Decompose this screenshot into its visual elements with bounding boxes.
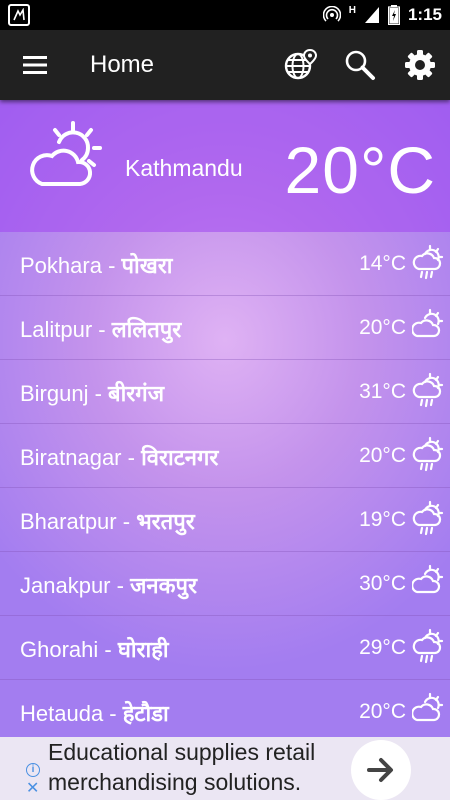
city-name-en: Hetauda [20, 701, 104, 726]
city-name-separator: - [101, 253, 122, 278]
city-name-ne: विराटनगर [141, 446, 219, 471]
gear-icon[interactable] [403, 48, 437, 82]
city-name-separator: - [121, 445, 142, 470]
city-list: Pokhara - पोखरा 14°C Lalitpur - ललितपुर 20°… [0, 232, 450, 737]
hotspot-icon [322, 6, 341, 22]
ad-text[interactable]: Educational supplies retail merchandisin… [48, 737, 348, 797]
city-row[interactable]: Bharatpur - भरतपुर 19°C [0, 488, 450, 552]
city-name: Pokhara - पोखरा [20, 250, 172, 280]
city-name: Bharatpur - भरतपुर [20, 506, 195, 536]
partly-cloudy-icon [411, 308, 444, 345]
partly-cloudy-icon [30, 121, 102, 186]
partly-cloudy-icon [411, 692, 444, 729]
app-notification-icon [8, 4, 30, 26]
city-name-en: Pokhara [20, 253, 102, 278]
city-name-separator: - [98, 637, 118, 662]
search-icon[interactable] [343, 48, 377, 82]
city-row[interactable]: Janakpur - जनकपुर 30°C [0, 552, 450, 616]
city-name-en: Bharatpur [20, 509, 117, 534]
city-temperature: 19°C [359, 508, 406, 531]
app-toolbar: Home [0, 30, 450, 100]
globe-pin-icon[interactable] [283, 48, 318, 82]
ad-open-button[interactable] [351, 740, 411, 800]
city-row[interactable]: Birgunj - बीरगंज 31°C [0, 360, 450, 424]
rain-icon [412, 244, 444, 285]
city-name-separator: - [110, 573, 131, 598]
ad-close-icon[interactable]: ✕ [26, 781, 39, 797]
city-row[interactable]: Pokhara - पोखरा 14°C [0, 232, 450, 296]
network-type-label: H [348, 4, 356, 16]
city-temperature: 14°C [359, 252, 406, 275]
current-weather-card[interactable]: Kathmandu 20°C [0, 100, 450, 232]
city-name-ne: ललितपुर [111, 318, 182, 343]
city-name-en: Biratnagar [20, 445, 122, 470]
city-name-en: Lalitpur [20, 317, 93, 342]
ad-info-icon[interactable]: i [26, 763, 40, 777]
status-bar: H 1:15 [0, 0, 450, 30]
menu-icon[interactable] [20, 52, 50, 78]
signal-icon [364, 7, 379, 23]
current-temperature: 20°C [284, 133, 436, 207]
city-name-ne: घोराही [117, 638, 169, 663]
city-name: Hetauda - हेटौडा [20, 698, 169, 728]
arrow-right-icon [367, 758, 393, 782]
city-temperature: 31°C [359, 380, 406, 403]
city-name-separator: - [92, 317, 112, 342]
city-name-separator: - [88, 381, 109, 406]
rain-icon [412, 436, 444, 477]
current-city-name: Kathmandu [125, 155, 243, 181]
city-name: Biratnagar - विराटनगर [20, 442, 218, 472]
weather-content: Kathmandu 20°C Pokhara - पोखरा 14°C Lalitp… [0, 100, 450, 737]
city-temperature: 20°C [359, 316, 406, 339]
city-temperature: 30°C [359, 572, 406, 595]
battery-icon [387, 5, 400, 25]
city-name-en: Ghorahi [20, 637, 99, 662]
city-name: Ghorahi - घोराही [20, 634, 169, 664]
city-name-separator: - [103, 701, 123, 726]
city-name: Janakpur - जनकपुर [20, 570, 197, 600]
city-row[interactable]: Hetauda - हेटौडा 20°C [0, 680, 450, 737]
rain-icon [412, 628, 444, 669]
page-title: Home [90, 51, 155, 78]
city-temperature: 20°C [359, 700, 406, 723]
city-row[interactable]: Ghorahi - घोराही 29°C [0, 616, 450, 680]
city-name: Birgunj - बीरगंज [20, 378, 164, 408]
city-row[interactable]: Biratnagar - विराटनगर 20°C [0, 424, 450, 488]
city-temperature: 20°C [359, 444, 406, 467]
city-name-ne: जनकपुर [130, 574, 198, 599]
city-name-ne: हेटौडा [122, 702, 169, 727]
city-name-ne: भरतपुर [136, 510, 195, 535]
clock: 1:15 [407, 5, 442, 24]
city-name-en: Janakpur [20, 573, 111, 598]
city-name: Lalitpur - ललितपुर [20, 314, 181, 344]
city-name-ne: बीरगंज [108, 382, 165, 407]
city-name-en: Birgunj [20, 381, 89, 406]
city-name-ne: पोखरा [121, 254, 173, 279]
city-name-separator: - [116, 509, 137, 534]
rain-icon [412, 372, 444, 413]
city-row[interactable]: Lalitpur - ललितपुर 20°C [0, 296, 450, 360]
ad-banner[interactable]: i ✕ Educational supplies retail merchand… [0, 737, 450, 800]
rain-icon [412, 500, 444, 541]
partly-cloudy-icon [411, 564, 444, 601]
city-temperature: 29°C [359, 636, 406, 659]
system-icons: H 1:15 [322, 4, 442, 25]
